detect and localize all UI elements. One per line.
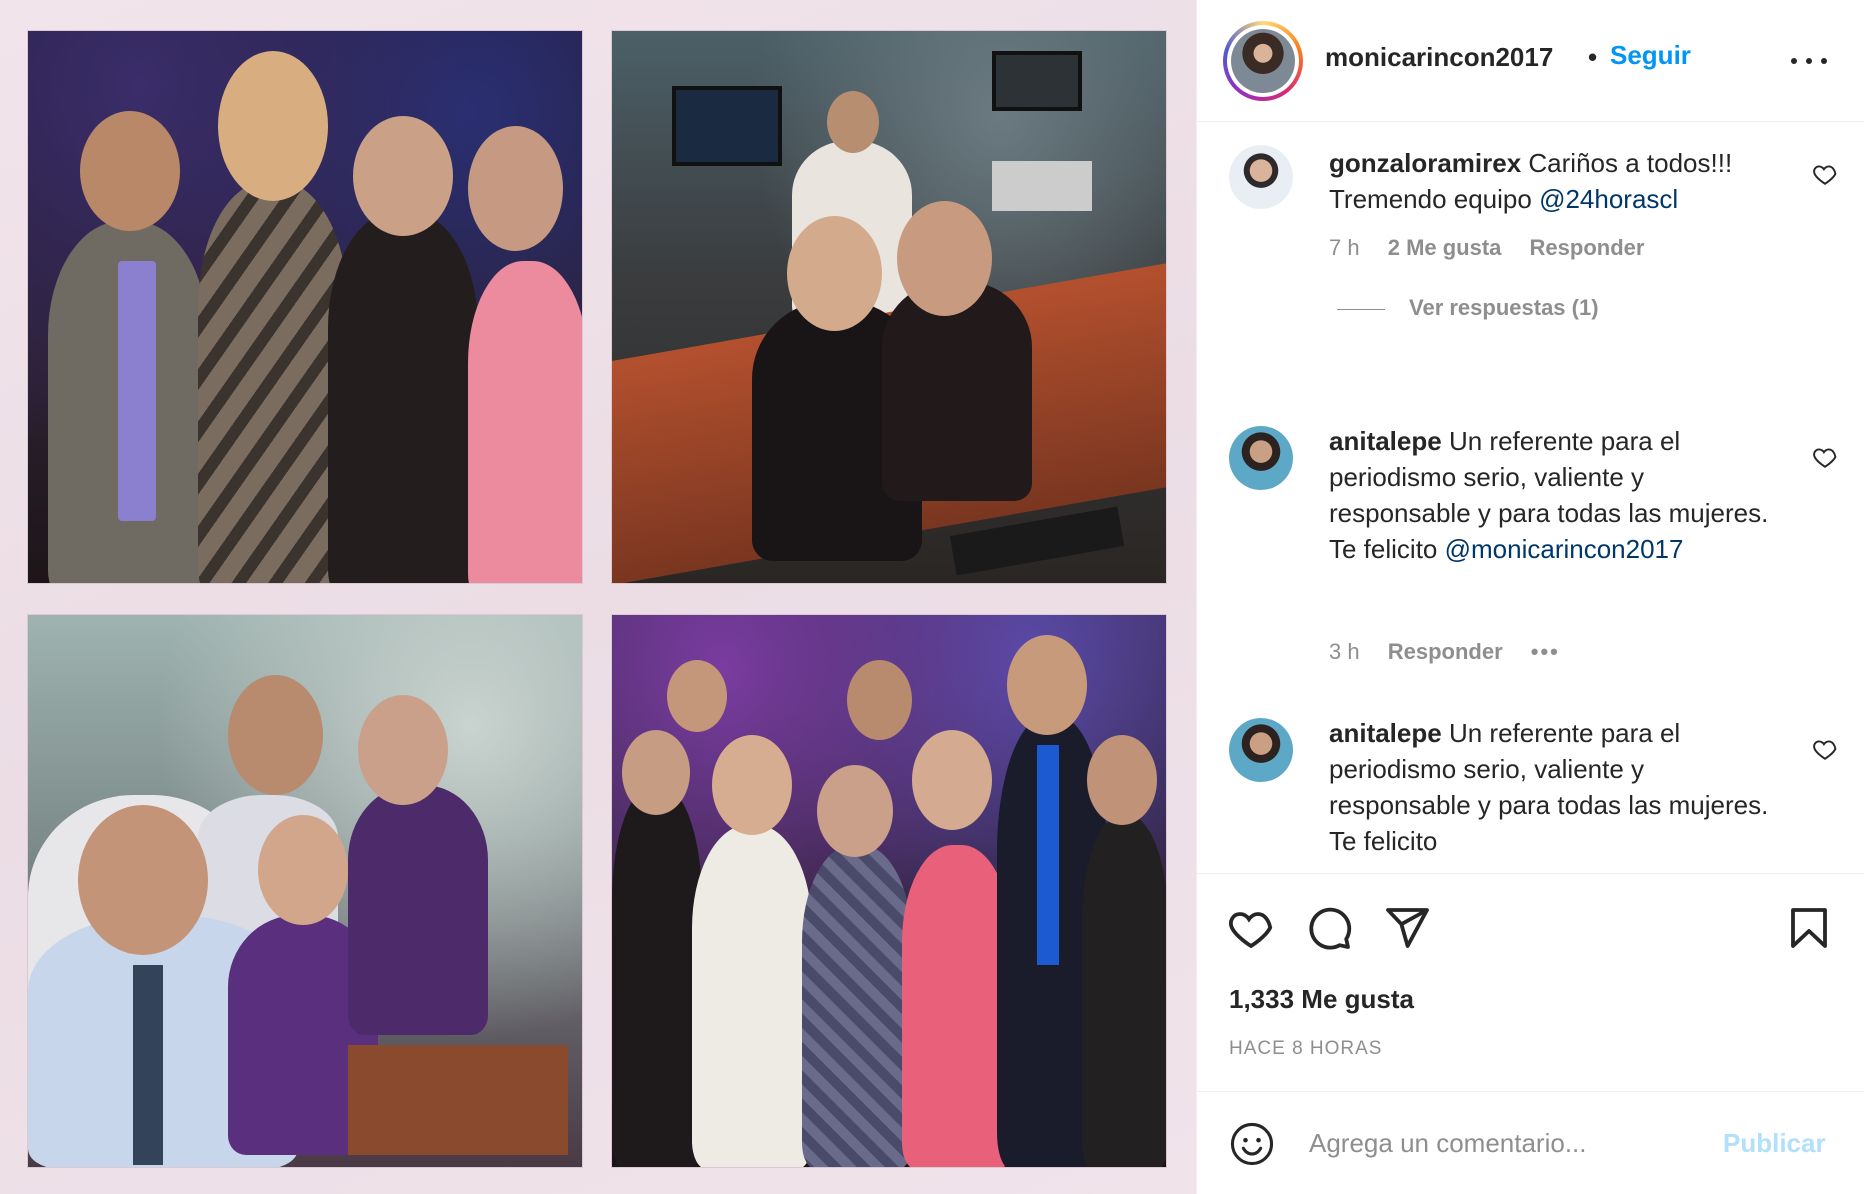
publish-button[interactable]: Publicar: [1723, 1128, 1826, 1159]
view-replies-label: Ver respuestas (1): [1409, 295, 1599, 320]
comment-likes[interactable]: 2 Me gusta: [1388, 235, 1502, 260]
collage-photo-large-group: [611, 614, 1167, 1168]
comment-time: 7 h: [1329, 235, 1360, 260]
reply-button[interactable]: Responder: [1388, 639, 1503, 664]
collage-photo-party-group: [27, 30, 583, 584]
commenter-username[interactable]: anitalepe: [1329, 426, 1442, 456]
post-sidebar: monicarincon2017 • Seguir gonzaloramirex…: [1196, 0, 1864, 1194]
comment-mention[interactable]: @monicarincon2017: [1445, 534, 1684, 564]
view-replies-button[interactable]: Ver respuestas (1): [1337, 295, 1599, 321]
comment-time: 3 h: [1329, 639, 1360, 664]
author-avatar[interactable]: [1223, 21, 1303, 101]
header-separator: •: [1588, 42, 1598, 72]
clipped-previous-row: [1197, 123, 1864, 125]
likes-count[interactable]: 1,333 Me gusta: [1229, 984, 1414, 1015]
like-comment-heart-icon[interactable]: [1811, 161, 1839, 187]
like-comment-heart-icon[interactable]: [1811, 444, 1839, 470]
collage-photo-team-at-computer: [27, 614, 583, 1168]
comments-list[interactable]: gonzaloramirex Cariños a todos!!! Tremen…: [1197, 123, 1864, 873]
more-options-icon[interactable]: [1789, 48, 1829, 72]
commenter-username[interactable]: anitalepe: [1329, 718, 1442, 748]
author-username[interactable]: monicarincon2017: [1325, 42, 1553, 73]
reply-button[interactable]: Responder: [1530, 235, 1645, 260]
comment-text: anitalepe Un referente para el periodism…: [1329, 423, 1769, 567]
follow-button[interactable]: Seguir: [1610, 40, 1691, 71]
comment-text: gonzaloramirex Cariños a todos!!! Tremen…: [1329, 145, 1769, 217]
emoji-smiley-icon[interactable]: [1229, 1121, 1275, 1167]
save-bookmark-icon[interactable]: [1785, 904, 1833, 952]
comment-meta: 7 h 2 Me gusta Responder: [1329, 235, 1666, 261]
commenter-avatar[interactable]: [1229, 145, 1293, 209]
comment-input[interactable]: [1309, 1118, 1729, 1168]
commenter-avatar[interactable]: [1229, 718, 1293, 782]
replies-divider: [1337, 308, 1385, 310]
commenter-username[interactable]: gonzaloramirex: [1329, 148, 1521, 178]
comment-mention[interactable]: @24horascl: [1539, 184, 1678, 214]
comment-composer: Publicar: [1197, 1091, 1864, 1194]
like-heart-icon[interactable]: [1227, 904, 1275, 952]
post-timestamp[interactable]: HACE 8 HORAS: [1229, 1038, 1382, 1060]
comment-text: anitalepe Un referente para el periodism…: [1329, 715, 1769, 859]
post-header: monicarincon2017 • Seguir: [1197, 0, 1864, 122]
comment-meta: 3 h Responder •••: [1329, 639, 1582, 665]
comment-options-icon[interactable]: •••: [1531, 639, 1560, 664]
commenter-avatar[interactable]: [1229, 426, 1293, 490]
like-comment-heart-icon[interactable]: [1811, 736, 1839, 762]
comment-bubble-icon[interactable]: [1305, 904, 1353, 952]
collage-photo-newsroom-desk: [611, 30, 1167, 584]
post-actions: 1,333 Me gusta HACE 8 HORAS: [1197, 873, 1864, 1091]
post-media[interactable]: [0, 0, 1196, 1194]
share-paper-plane-icon[interactable]: [1383, 904, 1431, 952]
